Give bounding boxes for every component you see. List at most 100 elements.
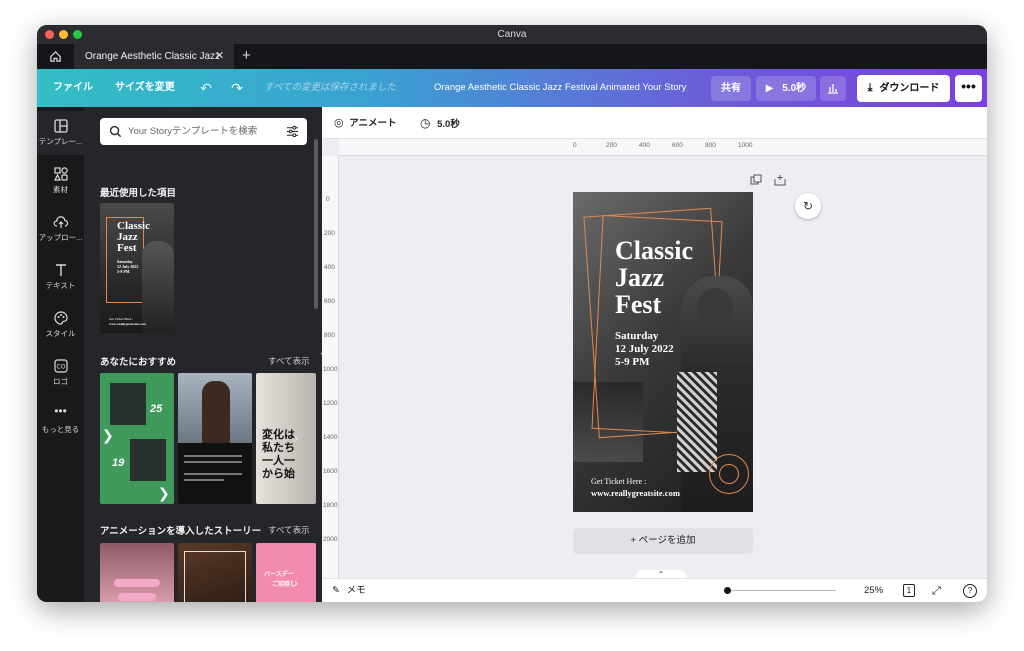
upload-cloud-icon <box>53 216 68 228</box>
insights-button[interactable] <box>820 76 846 101</box>
download-button[interactable]: ⤓ ダウンロード <box>857 75 950 102</box>
download-label: ダウンロード <box>879 83 940 94</box>
ruler-tick: 1400 <box>323 434 338 441</box>
close-window-button[interactable] <box>45 30 54 39</box>
horizontal-ruler: 0 200 400 600 800 1000 <box>339 139 987 156</box>
resize-button[interactable]: サイズを変更 <box>115 69 175 107</box>
thumb-text: 一人一 <box>262 455 295 467</box>
rail-item-styles[interactable]: スタイル <box>37 303 84 347</box>
poster-title-line[interactable]: Classic <box>615 238 693 264</box>
scroll-right-icon[interactable]: › <box>294 431 308 445</box>
template-search-input[interactable]: Your Storyテンプレートを検索 <box>100 118 307 145</box>
recommended-template-1[interactable]: 25 19 ❯ ❯ <box>100 373 174 504</box>
regenerate-icon[interactable]: ↻ <box>795 193 821 219</box>
zoom-level[interactable]: 25% <box>864 579 883 602</box>
document-tab[interactable]: Orange Aesthetic Classic Jazz <box>74 44 234 69</box>
thumb-person <box>202 381 230 443</box>
thumb-text-line <box>184 473 242 475</box>
save-status: すべての変更は保存されました <box>264 82 396 93</box>
poster-title-line[interactable]: Fest <box>615 292 661 318</box>
play-button[interactable]: ▶ 5.0秒 <box>756 76 816 101</box>
rail-item-elements[interactable]: 素材 <box>37 159 84 203</box>
minimize-window-button[interactable] <box>59 30 68 39</box>
share-button[interactable]: 共有 <box>711 76 751 101</box>
duplicate-page-icon[interactable] <box>750 173 762 185</box>
palette-icon <box>53 311 68 325</box>
poster-title-line[interactable]: Jazz <box>615 265 664 291</box>
home-icon <box>50 51 61 62</box>
search-placeholder: Your Storyテンプレートを検索 <box>128 126 258 137</box>
notes-button[interactable]: ✎ メモ <box>332 579 366 602</box>
animate-icon: ◎ <box>334 117 344 129</box>
thumb-site: www.reallygreatsite.com <box>109 322 146 326</box>
ruler-tick: 200 <box>324 230 335 237</box>
undo-icon[interactable]: ↶ <box>198 80 214 96</box>
clock-icon: ◷ <box>420 116 431 130</box>
home-button[interactable] <box>37 44 74 69</box>
add-page-icon[interactable] <box>774 173 786 186</box>
animate-button[interactable]: ◎ アニメート <box>334 107 397 139</box>
rail-item-text[interactable]: テキスト <box>37 255 84 299</box>
rail-label: スタイル <box>45 329 76 338</box>
ruler-tick: 400 <box>639 142 650 149</box>
poster-date-line[interactable]: 12 July 2022 <box>615 343 674 356</box>
templates-panel: Your Storyテンプレートを検索 最近使用した項目 Classic Jaz… <box>84 107 322 602</box>
recommended-template-2[interactable] <box>178 373 252 504</box>
animated-template-1[interactable] <box>100 543 174 602</box>
thumb-text: バースデー <box>264 572 294 578</box>
thumb-date-line: 5-9 PM <box>117 269 130 274</box>
play-duration: 5.0秒 <box>782 83 807 94</box>
animated-see-all-link[interactable]: すべて表示 <box>268 524 310 536</box>
animated-template-3[interactable]: バースデー ご招待し <box>256 543 316 602</box>
redo-icon[interactable]: ↷ <box>229 80 245 96</box>
thumb-title-line: Fest <box>117 242 137 254</box>
recent-template-thumbnail[interactable]: Classic Jazz Fest Saturday 12 July 2022 … <box>100 203 174 333</box>
panel-scrollbar[interactable] <box>314 139 318 309</box>
poster-website[interactable]: www.reallygreatsite.com <box>591 488 680 498</box>
zoom-slider-handle[interactable] <box>724 587 731 594</box>
duration-button[interactable]: ◷ 5.0秒 <box>420 107 460 139</box>
help-button[interactable]: ? <box>963 584 977 598</box>
play-icon: ▶ <box>765 83 774 94</box>
thumb-photo <box>130 439 166 481</box>
scroll-right-icon[interactable]: › <box>294 576 308 590</box>
editor-area: ◎ アニメート ◷ 5.0秒 0 200 400 600 800 1000 0 … <box>322 107 987 602</box>
animated-template-2[interactable] <box>178 543 252 602</box>
rail-label: 素材 <box>53 185 68 194</box>
thumb-photo <box>110 383 146 425</box>
download-icon: ⤓ <box>867 82 873 94</box>
canva-window: Canva Orange Aesthetic Classic Jazz ✕ + … <box>37 25 987 602</box>
poster-musician-head <box>697 288 733 328</box>
ruler-tick: 1000 <box>738 142 753 149</box>
filter-icon[interactable] <box>286 125 299 138</box>
ruler-tick: 1200 <box>323 400 338 407</box>
poster-ticket-label[interactable]: Get Ticket Here : <box>591 477 646 486</box>
ruler-tick: 800 <box>324 332 335 339</box>
window-title: Canva <box>497 29 527 40</box>
poster-date-line[interactable]: Saturday <box>615 330 658 343</box>
animated-section-title: アニメーションを導入したストーリー <box>100 526 262 537</box>
page-count-button[interactable]: 1 <box>903 584 915 597</box>
rail-item-templates[interactable]: テンプレー... <box>37 111 84 155</box>
document-title[interactable]: Orange Aesthetic Classic Jazz Festival A… <box>434 69 686 107</box>
zoom-slider-track[interactable] <box>726 590 836 591</box>
add-page-button[interactable]: + ページを追加 <box>573 528 753 554</box>
zoom-window-button[interactable] <box>73 30 82 39</box>
file-menu-button[interactable]: ファイル <box>53 69 93 107</box>
fullscreen-icon[interactable]: ⤢ <box>932 579 941 602</box>
ruler-tick: 800 <box>705 142 716 149</box>
vertical-ruler: 0 200 400 600 800 1000 1200 1400 1600 18… <box>322 156 339 578</box>
poster-date-line[interactable]: 5-9 PM <box>615 356 650 369</box>
context-bar: ◎ アニメート ◷ 5.0秒 <box>322 107 987 139</box>
ruler-tick: 1800 <box>323 502 338 509</box>
design-page[interactable]: Classic Jazz Fest Saturday 12 July 2022 … <box>573 192 753 512</box>
rail-item-uploads[interactable]: アップロー... <box>37 207 84 251</box>
ruler-tick: 200 <box>606 142 617 149</box>
rail-item-logos[interactable]: CO ロゴ <box>37 351 84 395</box>
recommended-see-all-link[interactable]: すべて表示 <box>268 355 310 367</box>
more-options-button[interactable]: ••• <box>955 75 982 102</box>
close-tab-icon[interactable]: ✕ <box>215 44 229 69</box>
ruler-tick: 600 <box>324 298 335 305</box>
new-tab-icon[interactable]: + <box>242 44 258 69</box>
rail-item-more[interactable]: ••• もっと見る <box>37 399 84 443</box>
